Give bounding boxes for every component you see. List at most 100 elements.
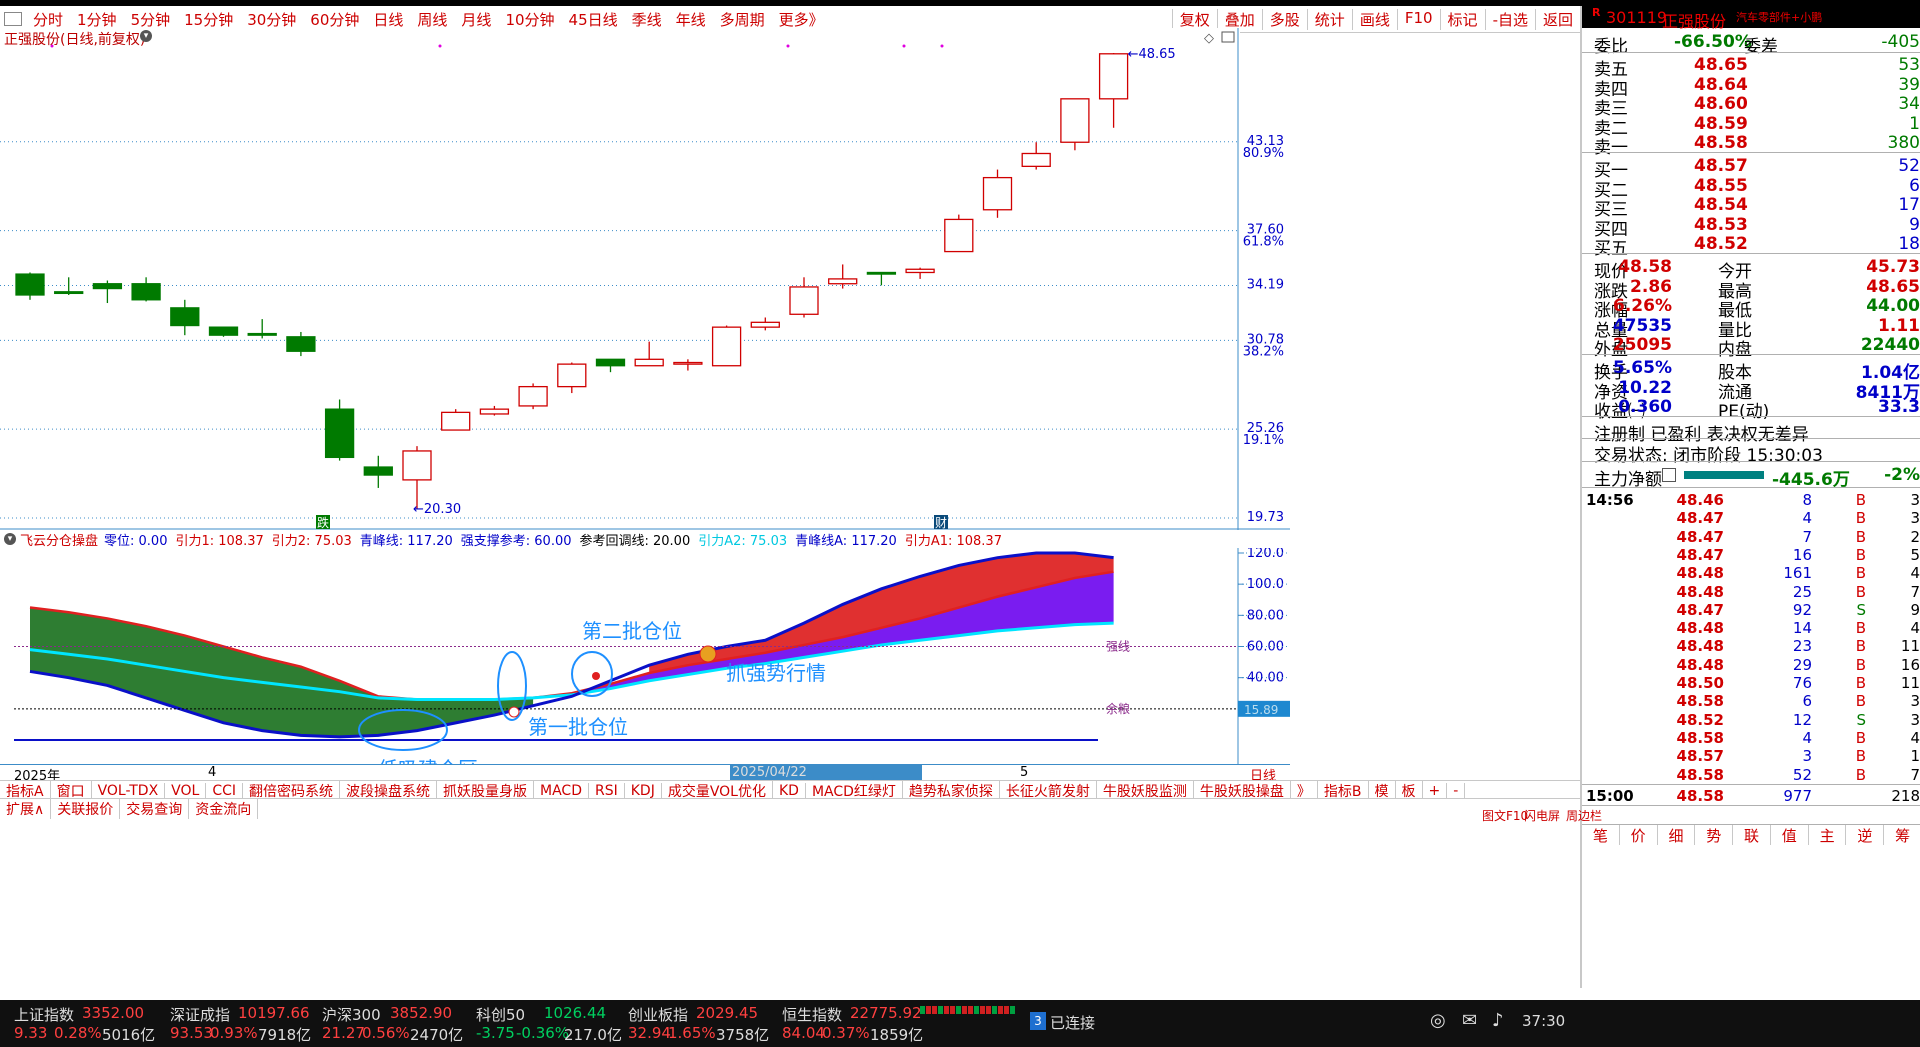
tool-button[interactable]: -自选	[1484, 8, 1535, 30]
period-tab[interactable]: 10分钟	[498, 9, 561, 30]
period-tab[interactable]: 30分钟	[240, 9, 303, 30]
period-tab[interactable]: 分时	[26, 9, 70, 30]
quote-cell: 92	[1792, 600, 1812, 619]
period-tab[interactable]: 5分钟	[124, 9, 178, 30]
chat-icon[interactable]: ✉	[1462, 1010, 1477, 1031]
quote-cell: 48.47	[1676, 545, 1724, 564]
indicator-tab[interactable]: VOL	[165, 783, 207, 799]
tool-button[interactable]: F10	[1396, 8, 1440, 30]
sidebar-tab[interactable]: 笔	[1582, 824, 1620, 845]
sidebar-tab[interactable]: 值	[1771, 824, 1809, 845]
candlestick-chart[interactable]: 43.1380.9%37.6061.8%34.1930.7838.2%25.26…	[0, 28, 1290, 530]
indicator-tab[interactable]: RSI	[589, 783, 625, 799]
period-tab[interactable]: 60分钟	[303, 9, 366, 30]
tool-button[interactable]: 复权	[1171, 8, 1217, 30]
tool-button[interactable]: 返回	[1534, 8, 1580, 30]
date-highlight: 2025/04/22	[730, 765, 922, 780]
breadth-bar	[974, 1006, 979, 1014]
tool-button[interactable]: 画线	[1351, 8, 1397, 30]
indicator-tick-label: 100.0	[1247, 577, 1284, 592]
tool-button[interactable]: 标记	[1439, 8, 1485, 30]
index-name[interactable]: 深证成指	[170, 1004, 230, 1025]
index-name[interactable]: 沪深300	[322, 1004, 381, 1025]
index-value: 22775.92	[850, 1004, 922, 1022]
bell-icon[interactable]: ♪	[1492, 1010, 1504, 1031]
sidebar-tab[interactable]: 价	[1620, 824, 1658, 845]
pct-tick-label: 38.2%	[1243, 344, 1284, 359]
refresh-icon[interactable]: ◎	[1430, 1010, 1446, 1031]
period-tab[interactable]: 日线	[366, 9, 410, 30]
quote-cell: 977	[1783, 786, 1812, 805]
tool-button[interactable]: 统计	[1306, 8, 1352, 30]
quote-cell: B	[1855, 509, 1866, 528]
quote-cell: 7	[1910, 765, 1920, 784]
indicator-tab[interactable]: CCI	[206, 783, 244, 799]
indicator-tab[interactable]: +	[1423, 783, 1448, 799]
sidebar-tab[interactable]: 势	[1695, 824, 1734, 845]
diamond-icon[interactable]: ◇	[1204, 31, 1214, 46]
quote-cell: 48.46	[1676, 491, 1724, 509]
list-icon[interactable]	[1662, 468, 1676, 482]
quote-cell: 48.47	[1676, 527, 1724, 546]
period-tab[interactable]: 15分钟	[177, 9, 240, 30]
period-tab[interactable]: 季线	[625, 9, 669, 30]
indicator-tab[interactable]: MACD	[534, 783, 589, 799]
tool-button[interactable]: 叠加	[1216, 8, 1262, 30]
sidebar-tab[interactable]: 联	[1733, 824, 1771, 845]
divider	[1582, 354, 1920, 355]
sidebar-tab[interactable]: 逆	[1846, 824, 1885, 845]
breadth-bar	[980, 1006, 985, 1014]
period-tab[interactable]: 周线	[410, 9, 454, 30]
index-amount: 217.0亿	[564, 1026, 622, 1044]
period-tab[interactable]: 多周期	[713, 9, 772, 30]
f10-tab[interactable]: 周边栏	[1566, 807, 1602, 824]
index-change: 93.53	[170, 1024, 213, 1042]
indicator-tab[interactable]: KDJ	[625, 783, 662, 799]
period-tab[interactable]: 45日线	[562, 9, 625, 30]
extension-tab[interactable]: 交易查询	[120, 799, 190, 819]
period-tab[interactable]: 1分钟	[70, 9, 124, 30]
sidebar-tab[interactable]: 筹	[1884, 825, 1920, 845]
quote-cell: 4	[1910, 619, 1920, 638]
index-name[interactable]: 科创50	[476, 1004, 525, 1025]
tool-button[interactable]: 多股	[1261, 8, 1307, 30]
candle-body	[247, 332, 277, 336]
extension-tab[interactable]: 关联报价	[51, 799, 121, 819]
indicator-param: 青峰线A: 117.20	[795, 533, 897, 549]
f10-tab[interactable]: 闪电屏	[1524, 807, 1560, 824]
quote-cell: B	[1855, 564, 1866, 583]
f10-tab[interactable]: 图文F10	[1482, 807, 1528, 824]
sidebar-tab[interactable]: 细	[1658, 824, 1696, 845]
divider	[1582, 461, 1920, 462]
candle-body	[324, 408, 355, 459]
period-tab[interactable]: 年线	[669, 9, 713, 30]
indicator-tab[interactable]: VOL-TDX	[92, 783, 166, 799]
sidebar-tab[interactable]: 主	[1809, 824, 1847, 845]
indicator-tab[interactable]: -	[1447, 783, 1466, 799]
index-name[interactable]: 创业板指	[628, 1004, 688, 1025]
value-badge-text: 15.89	[1244, 703, 1278, 717]
index-name[interactable]: 上证指数	[14, 1004, 74, 1025]
quote-row: 委比 -66.50% 委差 -405	[1582, 30, 1920, 57]
period-tab[interactable]: 月线	[454, 9, 498, 30]
event-marker[interactable]: 财	[934, 515, 948, 530]
pct-tick-label: 80.9%	[1243, 146, 1284, 161]
event-marker[interactable]: 跌	[316, 515, 330, 530]
period-tab[interactable]: 更多》	[772, 9, 831, 30]
quote-cell: 25	[1792, 582, 1812, 601]
chevron-down-icon[interactable]: ▾	[4, 533, 16, 545]
quote-cell: 3	[1910, 509, 1920, 528]
chevron-down-icon[interactable]: ▾	[140, 30, 152, 42]
breadth-bar	[944, 1006, 949, 1014]
signal-marker-icon	[508, 706, 520, 718]
indicator-chart[interactable]: 120.0100.080.0060.0040.00强线余粮15.89低吸建仓区第…	[0, 548, 1290, 764]
quote-cell: S	[1856, 600, 1866, 619]
window-icon[interactable]	[4, 12, 22, 26]
index-name[interactable]: 恒生指数	[782, 1004, 842, 1025]
extension-tab[interactable]: 扩展∧	[0, 799, 52, 819]
indicator-tab[interactable]: KD	[773, 783, 806, 799]
connection-status[interactable]: 已连接	[1050, 1012, 1095, 1033]
extension-tab[interactable]: 资金流向	[189, 799, 259, 819]
quote-cell: B	[1855, 747, 1866, 766]
index-pct: 0.93%	[210, 1024, 258, 1042]
